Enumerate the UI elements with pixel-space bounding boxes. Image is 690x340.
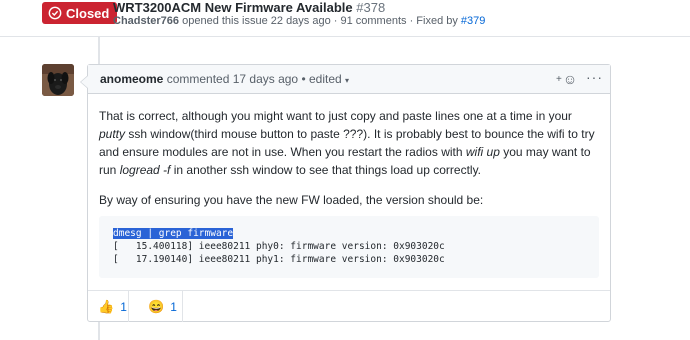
state-badge-closed: Closed bbox=[42, 2, 118, 24]
code-line: [ 15.400118] ieee80211 phy0: firmware ve… bbox=[113, 241, 445, 252]
avatar[interactable] bbox=[42, 64, 74, 96]
reaction-divider bbox=[128, 291, 129, 322]
reactions-bar: 👍 1 😄 1 bbox=[88, 290, 610, 322]
issue-title-text: WRT3200ACM New Firmware Available bbox=[113, 0, 353, 15]
issue-meta: Chadster766 opened this issue 22 days ag… bbox=[113, 15, 485, 27]
reaction-thumbs-up-button[interactable]: 👍 1 bbox=[98, 298, 127, 316]
reaction-divider bbox=[182, 291, 183, 322]
code-block[interactable]: dmesg | grep firmware [ 15.400118] ieee8… bbox=[99, 216, 599, 278]
thumbs-up-icon: 👍 bbox=[98, 299, 115, 314]
comment-header: anomeome commented 17 days ago • edited … bbox=[88, 65, 610, 94]
comment-paragraph-1: That is correct, although you might want… bbox=[99, 109, 595, 177]
issue-meta-text: opened this issue 22 days ago · 91 comme… bbox=[179, 15, 461, 27]
add-reaction-button[interactable]: + ☺ bbox=[556, 71, 577, 87]
reaction-count: 1 bbox=[170, 300, 177, 314]
issue-author-link[interactable]: Chadster766 bbox=[113, 15, 179, 27]
comment-paragraph-2: By way of ensuring you have the new FW l… bbox=[99, 193, 484, 207]
comment-header-text: anomeome commented 17 days ago • edited … bbox=[100, 72, 349, 86]
issue-closed-icon bbox=[48, 6, 62, 20]
plus-icon: + bbox=[556, 73, 562, 85]
comment-body: That is correct, although you might want… bbox=[99, 107, 599, 221]
fixed-by-link[interactable]: #379 bbox=[461, 15, 485, 27]
edited-dropdown-icon[interactable]: ▾ bbox=[345, 76, 349, 85]
state-label: Closed bbox=[66, 5, 110, 21]
reaction-count: 1 bbox=[120, 300, 127, 314]
dog-avatar-icon bbox=[42, 64, 74, 96]
smiley-icon: ☺ bbox=[562, 71, 578, 87]
issue-title: WRT3200ACM New Firmware Available #378 bbox=[113, 0, 385, 15]
comment-caret bbox=[80, 75, 88, 89]
smile-icon: 😄 bbox=[148, 299, 165, 314]
issue-number: #378 bbox=[356, 0, 386, 15]
comment-box: anomeome commented 17 days ago • edited … bbox=[80, 64, 611, 322]
more-options-icon[interactable]: ··· bbox=[586, 69, 603, 85]
code-line: [ 17.190140] ieee80211 phy1: firmware ve… bbox=[113, 254, 445, 265]
code-line-selected: dmesg | grep firmware bbox=[113, 228, 234, 239]
comment-author-link[interactable]: anomeome bbox=[100, 72, 163, 86]
sticky-issue-header: Closed WRT3200ACM New Firmware Available… bbox=[0, 0, 690, 37]
reaction-smile-button[interactable]: 😄 1 bbox=[148, 298, 177, 316]
comment-action: commented 17 days ago • edited bbox=[163, 72, 346, 86]
